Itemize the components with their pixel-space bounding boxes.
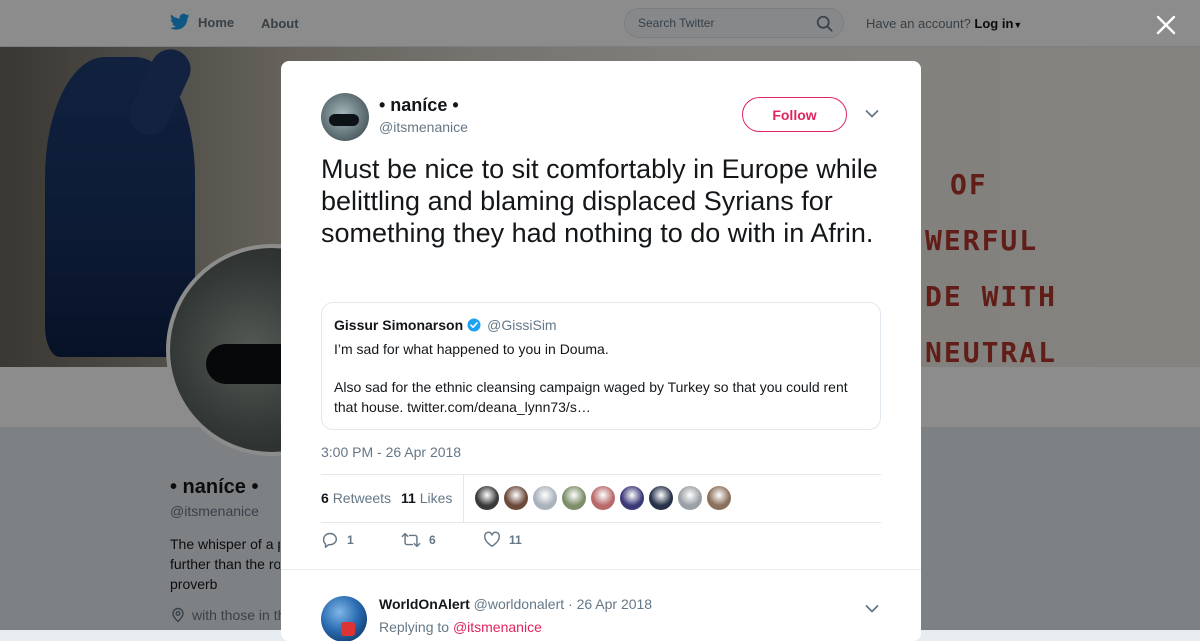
reply-author-avatar[interactable] bbox=[321, 596, 367, 641]
retweets-count: 6 bbox=[321, 490, 329, 506]
quoted-author-name: Gissur Simonarson bbox=[334, 317, 464, 333]
likes-label: Likes bbox=[419, 490, 453, 506]
retweets-label: Retweets bbox=[332, 490, 392, 506]
verified-badge-icon bbox=[467, 318, 481, 332]
like-count: 11 bbox=[509, 532, 522, 547]
liker-avatar[interactable] bbox=[591, 486, 615, 510]
quoted-tweet-header: Gissur Simonarson @GissiSim bbox=[334, 317, 557, 333]
quoted-tweet[interactable]: Gissur Simonarson @GissiSim I’m sad for … bbox=[321, 302, 881, 430]
follow-button[interactable]: Follow bbox=[742, 97, 847, 132]
retweets-stat[interactable]: 6 Retweets bbox=[321, 490, 391, 506]
likes-count: 11 bbox=[401, 490, 416, 506]
reply-author-handle[interactable]: @worldonalert bbox=[474, 596, 564, 612]
liker-avatar[interactable] bbox=[620, 486, 644, 510]
quoted-text-paragraph: I’m sad for what happened to you in Doum… bbox=[334, 341, 609, 357]
avatar-alert-mark bbox=[341, 622, 355, 636]
replying-to: Replying to @itsmenanice bbox=[379, 619, 542, 635]
tweet-actions: 1 6 11 bbox=[321, 531, 881, 555]
author-name[interactable]: • naníce • bbox=[379, 95, 459, 116]
likes-stat[interactable]: 11 Likes bbox=[401, 490, 452, 506]
reply-tweet[interactable]: WorldOnAlert @worldonalert · 26 Apr 2018… bbox=[281, 569, 921, 641]
like-button[interactable]: 11 bbox=[483, 531, 522, 548]
retweet-count: 6 bbox=[429, 533, 436, 547]
liker-avatars bbox=[475, 486, 731, 510]
liker-avatar[interactable] bbox=[475, 486, 499, 510]
reply-button[interactable]: 1 bbox=[321, 531, 354, 549]
quoted-text-paragraph: Also sad for the ethnic cleansing campai… bbox=[334, 379, 848, 415]
reply-header: WorldOnAlert @worldonalert · 26 Apr 2018 bbox=[379, 596, 652, 612]
liker-avatar[interactable] bbox=[678, 486, 702, 510]
quoted-author-handle: @GissiSim bbox=[487, 317, 557, 333]
retweet-icon bbox=[401, 532, 421, 548]
tweet-modal: • naníce • @itsmenanice Follow Must be n… bbox=[281, 61, 921, 641]
liker-avatar[interactable] bbox=[533, 486, 557, 510]
chevron-down-icon[interactable] bbox=[865, 109, 879, 119]
replying-to-handle-link[interactable]: @itsmenanice bbox=[453, 619, 542, 635]
liker-avatar[interactable] bbox=[707, 486, 731, 510]
author-avatar[interactable] bbox=[321, 93, 369, 141]
retweet-button[interactable]: 6 bbox=[401, 531, 436, 549]
author-handle[interactable]: @itsmenanice bbox=[379, 119, 468, 135]
tweet-text: Must be nice to sit comfortably in Europ… bbox=[321, 154, 878, 248]
avatar-sunglasses bbox=[329, 114, 359, 126]
close-icon[interactable] bbox=[1153, 12, 1179, 38]
liker-avatar[interactable] bbox=[649, 486, 673, 510]
reply-count: 1 bbox=[347, 533, 354, 547]
tweet-timestamp[interactable]: 3:00 PM - 26 Apr 2018 bbox=[321, 444, 461, 460]
liker-avatar[interactable] bbox=[562, 486, 586, 510]
tweet-stats: 6 Retweets 11 Likes bbox=[321, 474, 881, 523]
chevron-down-icon[interactable] bbox=[865, 604, 879, 614]
heart-icon bbox=[483, 531, 501, 547]
stats-divider bbox=[463, 475, 464, 522]
reply-icon bbox=[322, 532, 338, 548]
replying-to-label: Replying to bbox=[379, 619, 450, 635]
liker-avatar[interactable] bbox=[504, 486, 528, 510]
reply-separator: · bbox=[568, 596, 573, 612]
reply-author-name[interactable]: WorldOnAlert bbox=[379, 596, 470, 612]
reply-date[interactable]: 26 Apr 2018 bbox=[577, 596, 653, 612]
